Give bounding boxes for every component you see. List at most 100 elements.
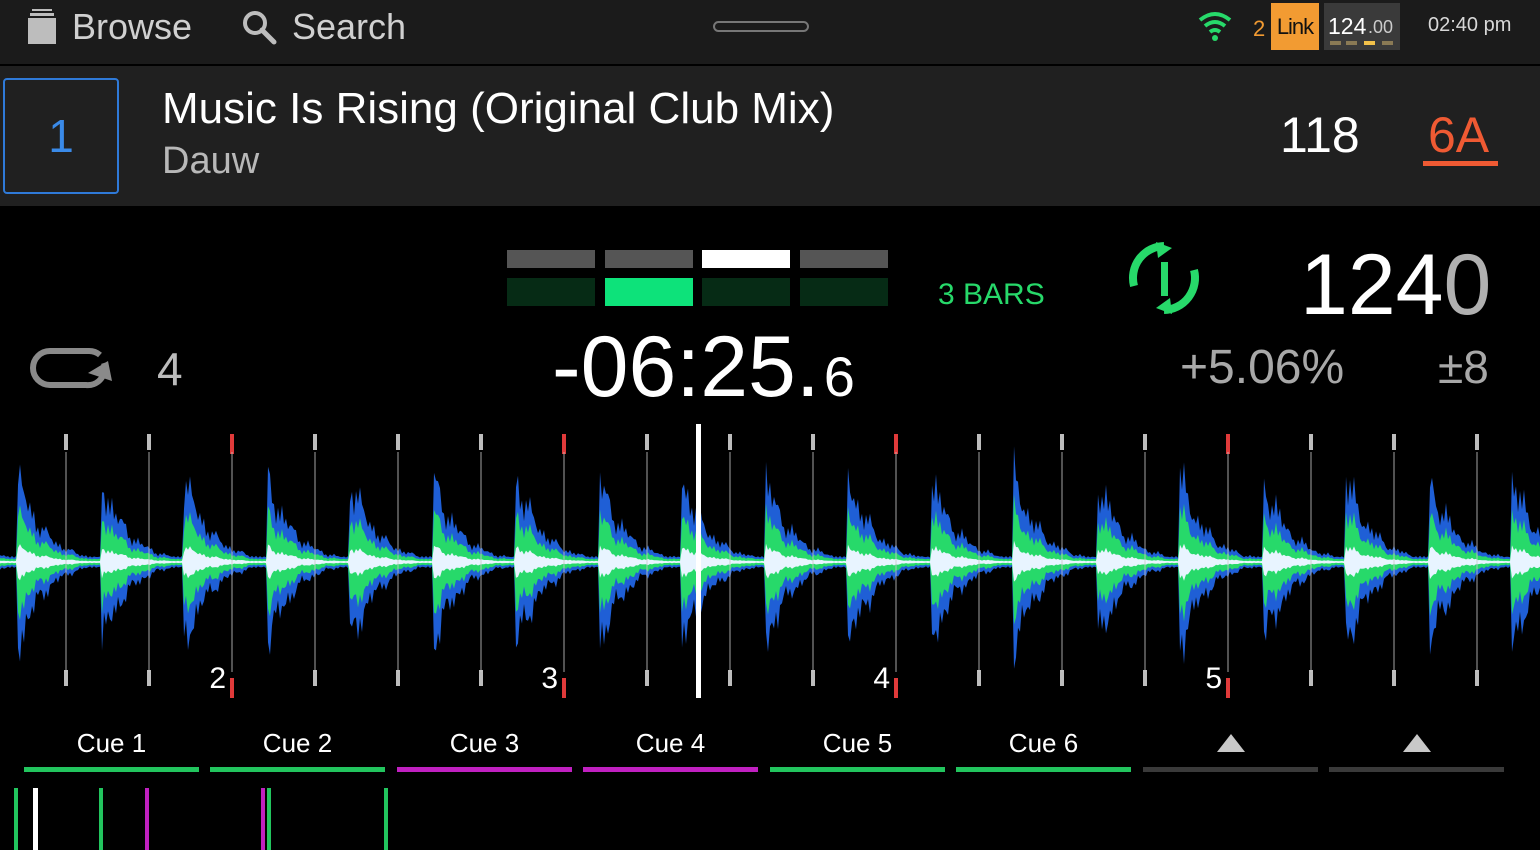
- beat-indicator: [702, 250, 790, 268]
- cue-pad-color: [397, 767, 572, 772]
- tempo-decimal: 0: [1443, 237, 1492, 333]
- track-artist: Dauw: [162, 140, 260, 182]
- phrase-indicator: [605, 278, 693, 306]
- beat-indicator: [605, 250, 693, 268]
- beat-tick: [64, 434, 68, 450]
- search-icon: [243, 11, 277, 45]
- track-bpm: 118: [1280, 107, 1360, 163]
- link-button[interactable]: Link: [1271, 3, 1319, 50]
- downbeat-marker: [230, 434, 234, 454]
- cue-pad-8[interactable]: [1329, 728, 1504, 772]
- downbeat-marker: [1226, 434, 1230, 454]
- master-bpm-decimal: .00: [1368, 17, 1394, 37]
- beat-tick: [1060, 434, 1064, 450]
- cue-pad-7[interactable]: [1143, 728, 1318, 772]
- deck-number[interactable]: 1: [3, 78, 119, 194]
- cue-pad-label: Cue 6: [1008, 728, 1079, 758]
- time-remaining-main: -06:25.: [552, 319, 820, 415]
- browse-button[interactable]: Browse: [26, 0, 192, 54]
- overview-playhead: [33, 788, 38, 850]
- playhead: [696, 424, 701, 698]
- overview-cue-marker: [384, 788, 388, 850]
- overview-cue-marker: [261, 788, 265, 850]
- link-peer-count: 2: [1253, 16, 1266, 41]
- cue-pad-color: [956, 767, 1131, 772]
- downbeat-marker: [562, 678, 566, 698]
- bar-number: 4: [873, 662, 890, 695]
- cue-pad-label: Cue 1: [76, 728, 147, 758]
- beat-tick: [728, 670, 732, 686]
- beat-tick: [396, 434, 400, 450]
- sync-icon[interactable]: [1126, 240, 1202, 316]
- key-underline: [1423, 161, 1498, 166]
- beat-tick: [728, 434, 732, 450]
- downbeat-marker: [1226, 678, 1230, 698]
- cue-pad-label: Cue 4: [635, 728, 706, 758]
- cue-pad-color: [1143, 767, 1318, 772]
- cue-pad-1[interactable]: Cue 1: [24, 728, 199, 772]
- master-bpm[interactable]: 124 .00: [1324, 3, 1400, 50]
- beat-tick: [977, 670, 981, 686]
- master-beat-indicator: [1364, 41, 1375, 45]
- browse-label: Browse: [72, 6, 193, 47]
- beat-indicator: [507, 250, 595, 268]
- beat-tick: [1475, 670, 1479, 686]
- master-beat-indicator: [1382, 41, 1393, 45]
- folder-stack-icon: [28, 9, 56, 44]
- beat-tick: [1143, 670, 1147, 686]
- search-label: Search: [292, 6, 407, 47]
- master-bpm-integer: 124: [1328, 13, 1367, 39]
- beat-tick: [1309, 434, 1313, 450]
- cue-pad-3[interactable]: Cue 3: [397, 728, 572, 772]
- top-bar: Browse Search 2 Link 124 .00 02:40 pm: [0, 0, 1540, 64]
- search-button[interactable]: Search: [240, 0, 406, 54]
- beat-tick: [1475, 434, 1479, 450]
- beat-tick: [977, 434, 981, 450]
- bars-counter: 3 BARS: [938, 278, 1045, 311]
- cue-pad-5[interactable]: Cue 5: [770, 728, 945, 772]
- beat-tick: [1143, 434, 1147, 450]
- loop-size: 4: [157, 343, 183, 395]
- phrase-indicator: [702, 278, 790, 306]
- cue-pad-label: Cue 5: [822, 728, 893, 758]
- beat-tick: [479, 670, 483, 686]
- beat-tick: [313, 434, 317, 450]
- pitch-percent: +5.06%: [1180, 341, 1345, 394]
- beat-tick: [1392, 434, 1396, 450]
- track-header: 1 Music Is Rising (Original Club Mix) Da…: [0, 66, 1540, 206]
- beat-tick: [811, 670, 815, 686]
- cue-pad-color: [24, 767, 199, 772]
- track-title: Music Is Rising (Original Club Mix): [162, 84, 835, 133]
- cue-pad-2[interactable]: Cue 2: [210, 728, 385, 772]
- track-overview[interactable]: [0, 786, 1540, 850]
- downbeat-marker: [562, 434, 566, 454]
- beat-tick: [811, 434, 815, 450]
- beat-tick: [1309, 670, 1313, 686]
- tempo-integer: 124: [1300, 237, 1444, 333]
- cue-pad-6[interactable]: Cue 6: [956, 728, 1131, 772]
- beat-tick: [645, 670, 649, 686]
- triangle-up-icon: [1403, 734, 1431, 752]
- drag-handle[interactable]: [713, 21, 809, 32]
- cue-pad-color: [1329, 767, 1504, 772]
- beat-tick: [64, 670, 68, 686]
- beat-indicator: [800, 250, 888, 268]
- waveform[interactable]: 2 3 4 5: [0, 422, 1540, 702]
- cue-pad-color: [583, 767, 758, 772]
- tempo-display: 1240: [1300, 236, 1491, 335]
- time-remaining: -06:25.6: [552, 318, 855, 417]
- cue-pad-4[interactable]: Cue 4: [583, 728, 758, 772]
- master-beat-indicator: [1330, 41, 1341, 45]
- beat-tick: [479, 434, 483, 450]
- beat-tick: [1392, 670, 1396, 686]
- overview-cue-marker: [99, 788, 103, 850]
- bar-number: 2: [209, 662, 226, 695]
- pitch-range[interactable]: ±8: [1438, 340, 1489, 394]
- beat-tick: [396, 670, 400, 686]
- overview-cue-marker: [145, 788, 149, 850]
- loop-icon[interactable]: [28, 345, 114, 391]
- beat-tick: [147, 670, 151, 686]
- wifi-icon: [1198, 12, 1232, 41]
- beat-tick: [313, 670, 317, 686]
- downbeat-marker: [230, 678, 234, 698]
